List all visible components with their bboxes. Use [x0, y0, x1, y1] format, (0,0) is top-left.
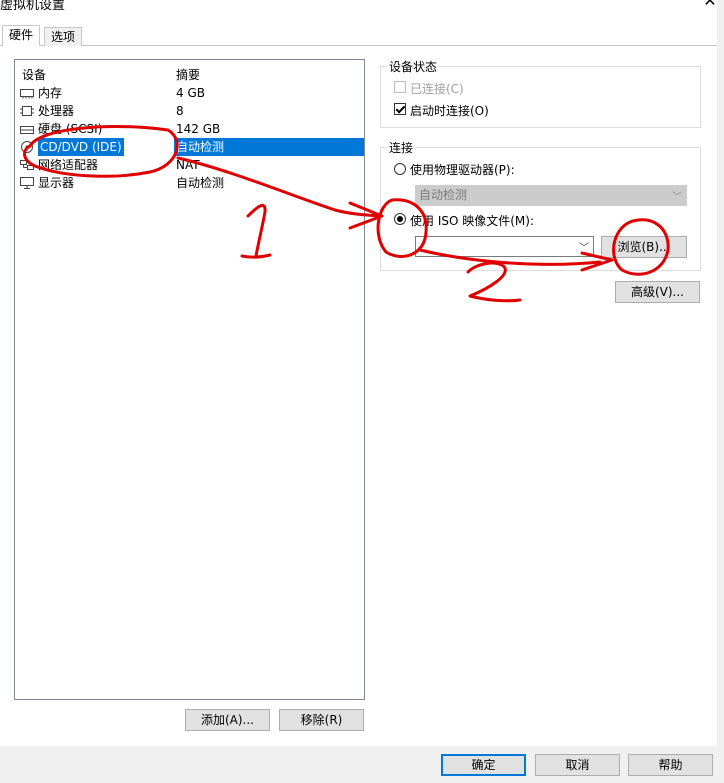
iso-image-radio[interactable] [394, 213, 406, 225]
chevron-down-icon: ﹀ [672, 192, 682, 203]
help-button[interactable]: 帮助 [628, 754, 713, 776]
tab-strip-divider [0, 45, 724, 46]
connect-at-power-on-checkbox[interactable] [394, 103, 406, 115]
device-row-display[interactable]: 显示器 自动检测 [19, 174, 362, 192]
device-status-title: 设备状态 [387, 58, 440, 75]
network-adapter-icon [20, 160, 34, 170]
device-summary: 4 GB [176, 86, 205, 100]
physical-drive-label: 使用物理驱动器(P): [410, 163, 515, 177]
device-summary: 自动检测 [174, 138, 364, 156]
processor-icon [20, 106, 34, 116]
physical-drive-value: 自动检测 [419, 188, 468, 202]
connected-checkbox[interactable] [394, 81, 406, 93]
device-name: CD/DVD (IDE) [38, 138, 124, 156]
device-name: 网络适配器 [38, 158, 99, 172]
advanced-button[interactable]: 高级(V)... [615, 281, 700, 303]
right-edge-strip [717, 0, 724, 783]
device-row-memory[interactable]: 内存 4 GB [19, 84, 362, 102]
device-summary: NAT [176, 158, 200, 172]
cancel-button[interactable]: 取消 [535, 754, 620, 776]
device-row-network-adapter[interactable]: 网络适配器 NAT [19, 156, 362, 174]
iso-image-label: 使用 ISO 映像文件(M): [410, 214, 534, 228]
tab-hardware[interactable]: 硬件 [2, 25, 41, 46]
chevron-down-icon[interactable]: ﹀ [579, 239, 589, 254]
add-device-button[interactable]: 添加(A)... [185, 709, 270, 731]
device-name: 显示器 [38, 176, 75, 190]
column-header-device[interactable]: 设备 [22, 66, 46, 83]
display-icon [20, 177, 34, 189]
connection-title: 连接 [387, 139, 416, 156]
memory-icon [20, 89, 34, 99]
column-header-summary[interactable]: 摘要 [176, 66, 200, 83]
physical-drive-radio[interactable] [394, 163, 406, 175]
device-summary: 8 [176, 104, 184, 118]
remove-device-button[interactable]: 移除(R) [279, 709, 364, 731]
device-name: 内存 [38, 86, 63, 100]
physical-drive-select[interactable]: 自动检测 ﹀ [415, 185, 687, 206]
cd-dvd-icon [21, 141, 33, 153]
tab-options[interactable]: 选项 [44, 27, 83, 46]
ok-button[interactable]: 确定 [441, 754, 526, 776]
window-title: 虚拟机设置 [0, 0, 66, 13]
device-row-hard-disk[interactable]: 硬盘 (SCSI) 142 GB [19, 120, 362, 138]
hard-disk-icon [20, 126, 34, 134]
connect-at-power-on-label: 启动时连接(O) [410, 104, 489, 118]
device-name: 处理器 [38, 104, 75, 118]
device-summary: 142 GB [176, 122, 221, 136]
device-name: 硬盘 (SCSI) [38, 122, 103, 136]
browse-button[interactable]: 浏览(B)... [601, 236, 687, 258]
iso-path-input[interactable]: ﹀ [415, 236, 594, 257]
device-row-cd-dvd[interactable]: CD/DVD (IDE) 自动检测 [19, 138, 364, 156]
connected-label: 已连接(C) [410, 82, 464, 96]
device-summary: 自动检测 [176, 176, 225, 190]
device-row-processor[interactable]: 处理器 8 [19, 102, 362, 120]
